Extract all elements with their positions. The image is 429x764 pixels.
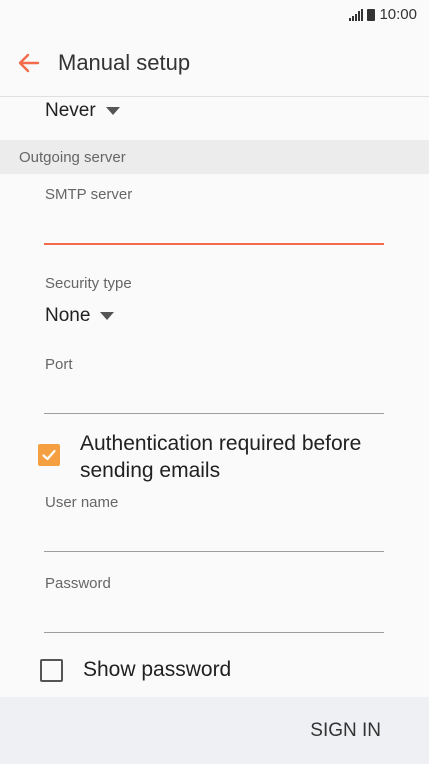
status-time: 10:00 [379, 6, 417, 23]
smtp-server-label: SMTP server [45, 186, 133, 203]
signal-icon [349, 8, 364, 21]
show-password-row[interactable]: Show password [40, 658, 231, 682]
page-title: Manual setup [58, 50, 191, 75]
app-bar: Manual setup [0, 28, 429, 97]
auth-required-row[interactable]: Authentication required before sending e… [38, 430, 398, 484]
username-input[interactable] [44, 515, 384, 552]
auth-required-checkbox[interactable] [38, 444, 60, 466]
dropdown-arrow-icon [100, 312, 115, 320]
security-type-dropdown[interactable]: None [45, 305, 115, 327]
status-bar: 10:00 [0, 0, 429, 28]
section-title: Outgoing server [19, 149, 126, 166]
port-label: Port [45, 356, 73, 373]
auth-required-label: Authentication required before sending e… [80, 432, 362, 482]
security-type-label: Security type [45, 275, 132, 292]
show-password-label: Show password [83, 658, 232, 681]
section-header-outgoing: Outgoing server [0, 140, 429, 174]
password-label: Password [45, 575, 111, 592]
sign-in-button[interactable]: SIGN IN [310, 720, 381, 742]
status-icons: 10:00 [349, 6, 417, 23]
username-label: User name [45, 494, 119, 511]
battery-icon [367, 8, 376, 21]
back-arrow-icon[interactable] [14, 48, 44, 78]
password-input[interactable] [44, 596, 384, 633]
dropdown-arrow-icon [105, 107, 120, 115]
check-icon [42, 449, 56, 461]
security-type-value: None [45, 305, 91, 326]
sync-schedule-dropdown[interactable]: Never [45, 100, 120, 122]
show-password-checkbox[interactable] [40, 658, 63, 682]
port-input[interactable] [44, 377, 384, 414]
bottom-action-bar: SIGN IN [0, 697, 429, 764]
sync-schedule-value: Never [45, 100, 96, 121]
smtp-server-input[interactable] [44, 207, 384, 245]
